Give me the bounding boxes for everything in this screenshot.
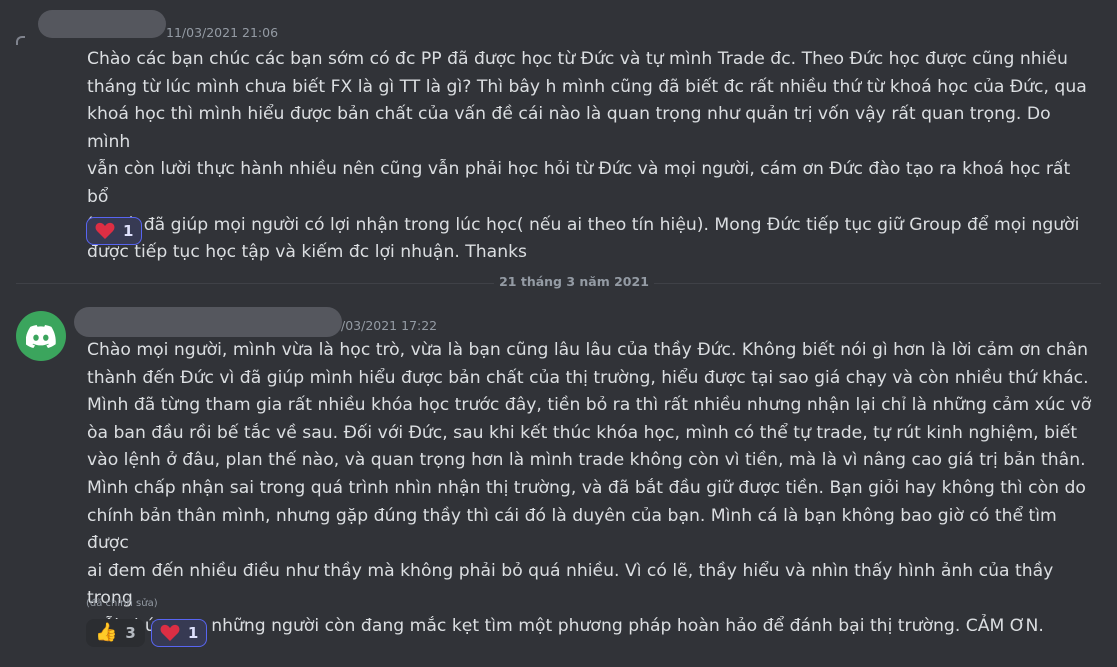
reaction-thumbs-up[interactable]: 👍 3 xyxy=(86,619,145,647)
message-timestamp[interactable]: /03/2021 17:22 xyxy=(341,318,437,333)
reaction-bar: 👍 3 1 xyxy=(86,619,208,647)
redacted-username xyxy=(38,10,166,38)
reaction-heart[interactable]: 1 xyxy=(150,619,208,647)
message-content: Chào mọi người, mình vừa là học trò, vừa… xyxy=(87,340,1092,636)
reply-connector xyxy=(16,36,25,45)
date-divider: 21 tháng 3 năm 2021 xyxy=(499,274,649,289)
reaction-count: 3 xyxy=(125,624,136,642)
heart-icon xyxy=(95,222,115,239)
divider-line-left xyxy=(16,283,494,284)
reaction-bar: 1 xyxy=(86,217,143,245)
reaction-count: 1 xyxy=(123,222,134,240)
edited-label: (đã chỉnh sửa) xyxy=(86,598,158,609)
message-timestamp[interactable]: 11/03/2021 21:06 xyxy=(166,25,278,40)
avatar[interactable] xyxy=(16,311,66,361)
reaction-count: 1 xyxy=(187,624,199,642)
discord-logo-icon xyxy=(26,324,56,348)
divider-line-right xyxy=(654,283,1101,284)
heart-icon xyxy=(160,624,180,641)
chat-view: 11/03/2021 21:06 Chào các bạn chúc các b… xyxy=(0,0,1117,667)
redacted-username xyxy=(74,307,342,337)
reaction-heart[interactable]: 1 xyxy=(86,217,143,245)
thumbs-up-icon: 👍 xyxy=(95,622,118,643)
message-content: Chào các bạn chúc các bạn sớm có đc PP đ… xyxy=(87,49,1087,263)
